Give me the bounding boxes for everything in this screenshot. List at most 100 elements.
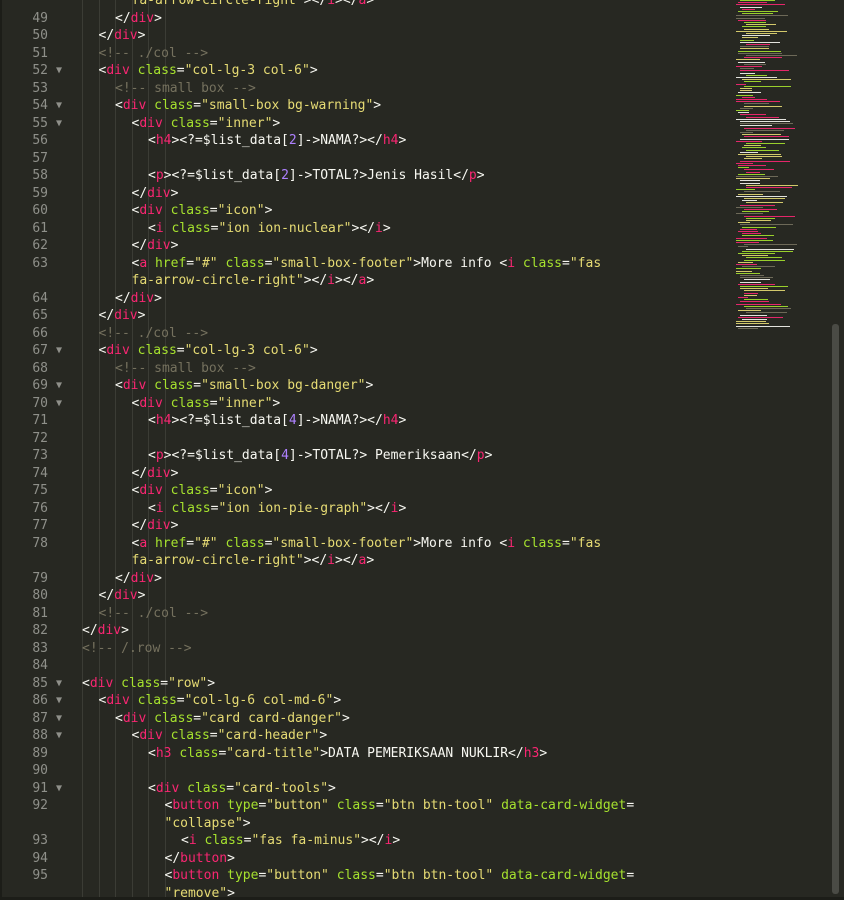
code-line[interactable]: 51 <!-- ./col --> xyxy=(0,45,728,63)
code-line[interactable]: 65 </div> xyxy=(0,307,728,325)
code-line[interactable]: fa-arrow-circle-right"></i></a> xyxy=(0,0,728,10)
minimap-line xyxy=(738,19,766,21)
code-token: > xyxy=(242,815,251,831)
minimap-line xyxy=(738,173,765,175)
code-line[interactable]: 76 <i class="ion ion-pie-graph"></i> xyxy=(0,500,728,518)
code-line[interactable]: 85 ▼ <div class="row"> xyxy=(0,675,728,693)
fold-arrow-icon[interactable]: ▼ xyxy=(56,395,68,413)
fold-arrow-icon[interactable]: ▼ xyxy=(56,780,68,798)
code-line[interactable]: 95 <button type="button" class="btn btn-t… xyxy=(0,867,728,885)
vertical-scrollbar[interactable] xyxy=(828,0,844,900)
code-line[interactable]: fa-arrow-circle-right"></i></a> xyxy=(0,552,728,570)
code-line[interactable]: 53 <!-- small box --> xyxy=(0,80,728,98)
code-line[interactable]: 79 </div> xyxy=(0,570,728,588)
code-line[interactable]: 82 </div> xyxy=(0,622,728,640)
minimap-line xyxy=(740,132,753,133)
line-number: 81 xyxy=(32,605,48,621)
code-line[interactable]: 73 <p><?=$list_data[4]->TOTAL?> Pemeriksa… xyxy=(0,447,728,465)
code-token: div xyxy=(147,185,171,201)
code-line[interactable]: 59 </div> xyxy=(0,185,728,203)
fold-arrow-icon[interactable]: ▼ xyxy=(56,675,68,693)
code-line[interactable]: 81 <!-- ./col --> xyxy=(0,605,728,623)
code-token: > xyxy=(365,378,374,393)
code-line[interactable]: 66 <!-- ./col --> xyxy=(0,325,728,343)
code-line[interactable]: 88 ▼ <div class="card-header"> xyxy=(0,727,728,745)
code-line[interactable]: 83 <!-- /.row --> xyxy=(0,640,728,658)
minimap-line xyxy=(740,275,764,276)
code-line[interactable]: 60 <div class="icon"> xyxy=(0,202,728,220)
code-token: > xyxy=(333,693,342,708)
code-line[interactable]: 70 ▼ <div class="inner"> xyxy=(0,395,728,413)
code-line[interactable]: 55 ▼ <div class="inner"> xyxy=(0,115,728,133)
code-line[interactable]: 68 <!-- small box --> xyxy=(0,360,728,378)
code-line[interactable]: 74 </div> xyxy=(0,465,728,483)
fold-arrow-icon[interactable]: ▼ xyxy=(56,727,68,745)
code-line[interactable]: 67 ▼ <div class="col-lg-3 col-6"> xyxy=(0,342,728,360)
code-token: data-card-widget xyxy=(501,868,627,883)
code-line[interactable]: "collapse"> xyxy=(0,815,728,833)
code-text: <!-- ./col --> xyxy=(99,605,209,623)
code-line[interactable]: 80 </div> xyxy=(0,587,728,605)
code-token: ></ xyxy=(351,220,375,236)
code-line[interactable]: 72 xyxy=(0,430,728,448)
code-line[interactable]: 62 </div> xyxy=(0,237,728,255)
fold-arrow-icon[interactable]: ▼ xyxy=(56,710,68,728)
code-line[interactable]: fa-arrow-circle-right"></i></a> xyxy=(0,272,728,290)
code-line[interactable]: 57 xyxy=(0,150,728,168)
code-token: = xyxy=(562,255,570,271)
code-line[interactable]: 64 </div> xyxy=(0,290,728,308)
code-line[interactable]: 58 <p><?=$list_data[2]->TOTAL?>Jenis Hasi… xyxy=(0,167,728,185)
code-line[interactable]: 52 ▼ <div class="col-lg-3 col-6"> xyxy=(0,62,728,80)
code-line[interactable]: 75 <div class="icon"> xyxy=(0,482,728,500)
minimap-line xyxy=(736,162,753,164)
code-text: <div class="icon"> xyxy=(132,482,273,500)
code-line[interactable]: 89 <h3 class="card-title">DATA PEMERIKSAA… xyxy=(0,745,728,763)
code-token: > xyxy=(373,98,382,113)
code-line[interactable]: 90 xyxy=(0,762,728,780)
code-line[interactable]: 56 <h4><?=$list_data[2]->NAMA?></h4> xyxy=(0,132,728,150)
code-text: <div class="small-box bg-danger"> xyxy=(115,377,373,395)
minimap-line xyxy=(740,180,760,182)
code-line[interactable]: 84 xyxy=(0,657,728,675)
code-line[interactable]: 49 </div> xyxy=(0,10,728,28)
code-token: i xyxy=(188,833,197,848)
code-token: class xyxy=(170,728,210,743)
minimap-line xyxy=(736,59,760,61)
code-line[interactable]: 93 <i class="fas fa-minus"></i> xyxy=(0,832,728,850)
code-line[interactable]: 91 ▼ <div class="card-tools"> xyxy=(0,780,728,798)
code-token: </ xyxy=(131,185,148,201)
fold-arrow-icon[interactable]: ▼ xyxy=(56,377,68,395)
code-editor[interactable]: fa-arrow-circle-right"></i></a> 49 </div> 5… xyxy=(0,0,844,900)
code-line[interactable]: 86 ▼ <div class="col-lg-6 col-md-6"> xyxy=(0,692,728,710)
fold-arrow-icon[interactable]: ▼ xyxy=(56,342,68,360)
line-number: 65 xyxy=(32,308,48,323)
code-area[interactable]: fa-arrow-circle-right"></i></a> 49 </div> 5… xyxy=(0,0,844,900)
code-token: "card card-danger" xyxy=(201,710,342,726)
scrollbar-thumb[interactable] xyxy=(832,324,839,894)
minimap-line xyxy=(742,134,781,136)
fold-arrow-icon[interactable]: ▼ xyxy=(56,62,68,80)
minimap-line xyxy=(742,319,767,320)
code-line[interactable]: 69 ▼ <div class="small-box bg-danger"> xyxy=(0,377,728,395)
fold-arrow-icon[interactable]: ▼ xyxy=(56,692,68,710)
code-line[interactable]: 94 </button> xyxy=(0,850,728,868)
code-line[interactable]: 63 <a href="#" class="small-box-footer">M… xyxy=(0,255,728,273)
minimap-line xyxy=(738,316,783,318)
code-line[interactable]: 71 <h4><?=$list_data[4]->NAMA?></h4> xyxy=(0,412,728,430)
fold-arrow-icon[interactable]: ▼ xyxy=(56,115,68,133)
code-line[interactable]: 61 <i class="ion ion-nuclear"></i> xyxy=(0,220,728,238)
code-text: <!-- small box --> xyxy=(115,360,256,378)
code-line[interactable]: 54 ▼ <div class="small-box bg-warning"> xyxy=(0,97,728,115)
minimap-line xyxy=(742,13,773,15)
code-token: h4 xyxy=(155,133,172,148)
code-line[interactable]: 77 </div> xyxy=(0,517,728,535)
code-line[interactable]: 92 <button type="button" class="btn btn-t… xyxy=(0,797,728,815)
minimap-line xyxy=(736,118,786,120)
code-line[interactable]: 87 ▼ <div class="card card-danger"> xyxy=(0,710,728,728)
minimap[interactable] xyxy=(728,0,828,340)
code-line[interactable]: 50 </div> xyxy=(0,27,728,45)
code-line[interactable]: 78 <a href="#" class="small-box-footer">M… xyxy=(0,535,728,553)
fold-arrow-icon[interactable]: ▼ xyxy=(56,97,68,115)
